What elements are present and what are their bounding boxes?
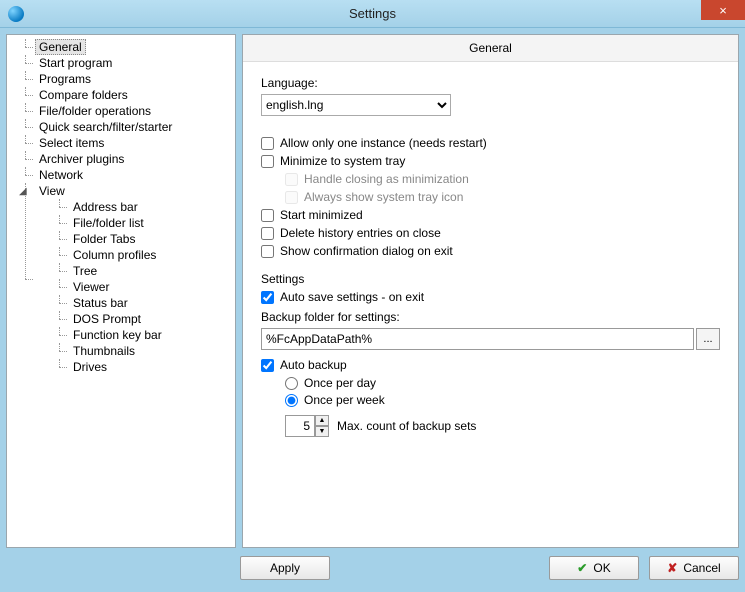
cancel-button[interactable]: ✘ Cancel xyxy=(649,556,739,580)
chk-auto-backup-label: Auto backup xyxy=(280,358,347,372)
tree-item-quick-search[interactable]: Quick search/filter/starter xyxy=(21,119,231,135)
tree-item-file-folder-ops[interactable]: File/folder operations xyxy=(21,103,231,119)
settings-section-label: Settings xyxy=(261,272,720,286)
tree-item-tree[interactable]: Tree xyxy=(55,263,231,279)
tree-item-drives[interactable]: Drives xyxy=(55,359,231,375)
chk-start-minimized-label: Start minimized xyxy=(280,208,363,222)
chk-show-tray-icon-row: Always show system tray icon xyxy=(285,190,720,204)
spin-up-button[interactable]: ▲ xyxy=(315,415,329,426)
chk-handle-closing-row: Handle closing as minimization xyxy=(285,172,720,186)
chk-minimize-tray-label: Minimize to system tray xyxy=(280,154,405,168)
tree-item-select-items[interactable]: Select items xyxy=(21,135,231,151)
browse-button[interactable]: ... xyxy=(696,328,720,350)
chk-auto-save[interactable] xyxy=(261,291,274,304)
tree-item-general[interactable]: General xyxy=(21,39,231,55)
chk-minimize-tray[interactable] xyxy=(261,155,274,168)
chk-auto-save-row: Auto save settings - on exit xyxy=(261,290,720,304)
radio-per-day-label: Once per day xyxy=(304,376,376,390)
chk-single-instance-label: Allow only one instance (needs restart) xyxy=(280,136,487,150)
chk-delete-history-label: Delete history entries on close xyxy=(280,226,441,240)
titlebar: Settings × xyxy=(0,0,745,28)
chk-auto-save-label: Auto save settings - on exit xyxy=(280,290,424,304)
tree-item-network[interactable]: Network xyxy=(21,167,231,183)
radio-per-week[interactable] xyxy=(285,394,298,407)
tree-item-start-program[interactable]: Start program xyxy=(21,55,231,71)
tree-item-programs[interactable]: Programs xyxy=(21,71,231,87)
panel-body: Language: english.lng Allow only one ins… xyxy=(243,62,738,547)
tree-item-view[interactable]: ◢ View Address bar File/folder list Fold… xyxy=(21,183,231,375)
chk-confirm-exit-row: Show confirmation dialog on exit xyxy=(261,244,720,258)
chk-delete-history-row: Delete history entries on close xyxy=(261,226,720,240)
backup-folder-input[interactable] xyxy=(261,328,694,350)
radio-per-week-label: Once per week xyxy=(304,393,385,407)
chk-auto-backup-row: Auto backup xyxy=(261,358,720,372)
radio-per-day-row: Once per day xyxy=(285,376,720,390)
apply-button[interactable]: Apply xyxy=(240,556,330,580)
tree-item-viewer[interactable]: Viewer xyxy=(55,279,231,295)
chevron-down-icon[interactable]: ◢ xyxy=(19,186,29,196)
language-label: Language: xyxy=(261,76,720,90)
chk-confirm-exit-label: Show confirmation dialog on exit xyxy=(280,244,453,258)
chk-minimize-tray-row: Minimize to system tray xyxy=(261,154,720,168)
chk-single-instance-row: Allow only one instance (needs restart) xyxy=(261,136,720,150)
spin-down-button[interactable]: ▼ xyxy=(315,426,329,437)
radio-per-day[interactable] xyxy=(285,377,298,390)
chk-confirm-exit[interactable] xyxy=(261,245,274,258)
tree-item-column-profiles[interactable]: Column profiles xyxy=(55,247,231,263)
backup-folder-label: Backup folder for settings: xyxy=(261,310,720,324)
tree-item-address-bar[interactable]: Address bar xyxy=(55,199,231,215)
window-title: Settings xyxy=(0,6,745,21)
check-icon: ✔ xyxy=(577,561,587,575)
chk-handle-closing xyxy=(285,173,298,186)
chk-show-tray-icon xyxy=(285,191,298,204)
chk-show-tray-icon-label: Always show system tray icon xyxy=(304,190,463,204)
max-backup-label: Max. count of backup sets xyxy=(337,419,476,433)
ok-button[interactable]: ✔ OK xyxy=(549,556,639,580)
chk-start-minimized[interactable] xyxy=(261,209,274,222)
close-button[interactable]: × xyxy=(701,0,745,20)
chk-handle-closing-label: Handle closing as minimization xyxy=(304,172,469,186)
tree-item-thumbnails[interactable]: Thumbnails xyxy=(55,343,231,359)
chk-delete-history[interactable] xyxy=(261,227,274,240)
chk-single-instance[interactable] xyxy=(261,137,274,150)
window-body: General Start program Programs Compare f… xyxy=(0,28,745,548)
panel-header: General xyxy=(243,35,738,62)
tree-item-archiver-plugins[interactable]: Archiver plugins xyxy=(21,151,231,167)
tree-item-file-folder-list[interactable]: File/folder list xyxy=(55,215,231,231)
tree-item-folder-tabs[interactable]: Folder Tabs xyxy=(55,231,231,247)
max-backup-input[interactable] xyxy=(285,415,315,437)
tree-item-function-key-bar[interactable]: Function key bar xyxy=(55,327,231,343)
close-icon: ✘ xyxy=(667,561,677,575)
tree-item-dos-prompt[interactable]: DOS Prompt xyxy=(55,311,231,327)
tree-item-compare-folders[interactable]: Compare folders xyxy=(21,87,231,103)
chk-start-minimized-row: Start minimized xyxy=(261,208,720,222)
settings-tree: General Start program Programs Compare f… xyxy=(6,34,236,548)
chk-auto-backup[interactable] xyxy=(261,359,274,372)
button-bar: Apply ✔ OK ✘ Cancel xyxy=(0,548,745,588)
radio-per-week-row: Once per week xyxy=(285,393,720,407)
language-select[interactable]: english.lng xyxy=(261,94,451,116)
max-backup-spinner[interactable]: ▲ ▼ xyxy=(285,415,329,437)
tree-item-status-bar[interactable]: Status bar xyxy=(55,295,231,311)
settings-panel: General Language: english.lng Allow only… xyxy=(242,34,739,548)
